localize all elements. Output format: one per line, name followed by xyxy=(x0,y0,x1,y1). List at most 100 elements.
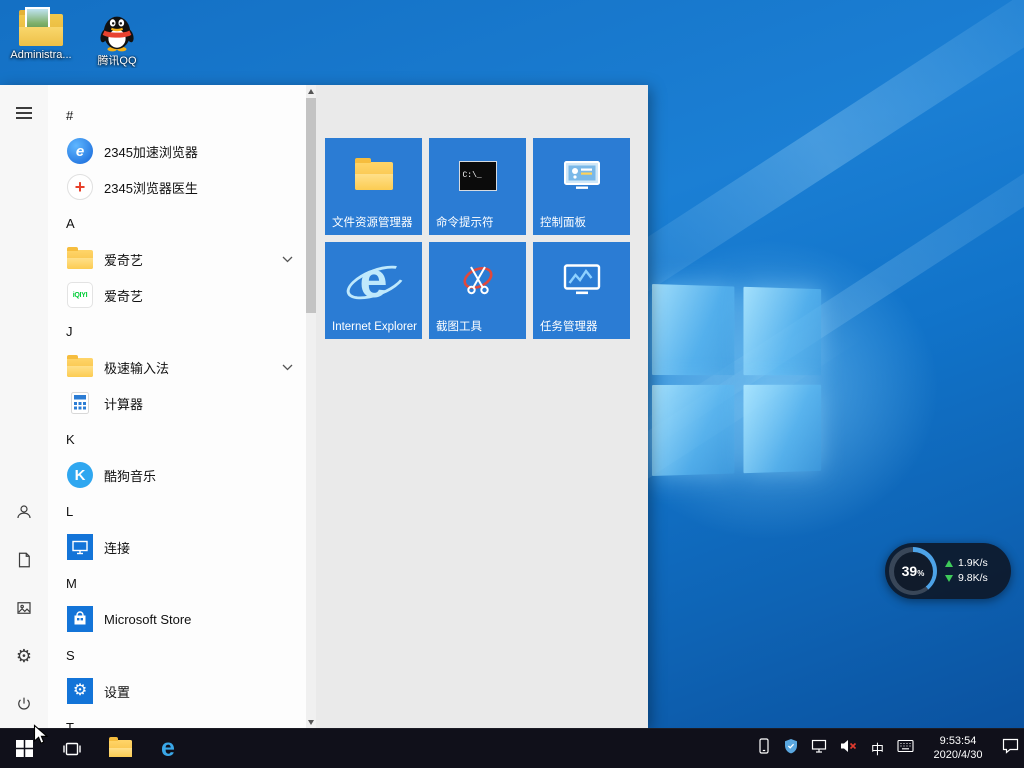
scrollbar-thumb[interactable] xyxy=(306,98,316,313)
download-speed-value: 9.8K/s xyxy=(958,572,988,584)
edge-e-icon: e xyxy=(161,734,175,762)
tile-label: 控制面板 xyxy=(540,217,586,229)
task-manager-icon xyxy=(537,246,626,313)
app-list-item-calculator[interactable]: 计算器 xyxy=(48,385,306,421)
2345-doctor-icon: + xyxy=(67,174,93,200)
download-arrow-icon xyxy=(945,575,953,582)
app-list-scrollbar[interactable] xyxy=(306,85,316,728)
logo-pane xyxy=(652,284,735,376)
desktop-icon-label: 腾讯QQ xyxy=(97,55,137,67)
app-list-item-microsoft-store[interactable]: Microsoft Store xyxy=(48,601,306,637)
upload-speed-value: 1.9K/s xyxy=(958,557,988,569)
security-shield-icon[interactable] xyxy=(784,738,798,759)
store-icon xyxy=(67,606,93,632)
connect-icon xyxy=(67,534,93,560)
internet-explorer-icon: e xyxy=(341,253,410,307)
app-list-header-m[interactable]: M xyxy=(48,565,306,601)
speed-percent-value: 39 xyxy=(901,562,918,579)
logo-pane xyxy=(652,384,735,476)
control-panel-icon xyxy=(537,142,626,209)
header-label: L xyxy=(66,503,74,519)
tile-internet-explorer[interactable]: e Internet Explorer xyxy=(325,242,422,339)
power-icon xyxy=(18,697,30,710)
chevron-down-icon[interactable] xyxy=(282,364,293,371)
app-list-item-iqiyi[interactable]: iQIYI 爱奇艺 xyxy=(48,277,306,313)
upload-arrow-icon xyxy=(945,560,953,567)
windows-logo-icon xyxy=(15,740,33,757)
tile-label: Internet Explorer xyxy=(332,321,418,333)
chevron-down-icon[interactable] xyxy=(282,256,293,263)
scroll-up-arrow[interactable] xyxy=(306,85,316,97)
tile-label: 任务管理器 xyxy=(540,321,598,333)
taskbar-browser-button[interactable]: e xyxy=(144,729,192,768)
command-prompt-icon: C:\_ xyxy=(458,160,497,191)
user-profile-button[interactable] xyxy=(0,488,48,536)
task-view-button[interactable] xyxy=(48,729,96,768)
app-list-header-s[interactable]: S xyxy=(48,637,306,673)
app-list-item-settings[interactable]: ⚙ 设置 xyxy=(48,673,306,709)
header-label: J xyxy=(66,323,73,339)
folder-icon xyxy=(108,737,132,757)
network-speed-widget[interactable]: 39% 1.9K/s 9.8K/s xyxy=(885,543,1011,599)
touch-keyboard-icon[interactable] xyxy=(897,739,914,758)
app-label: 爱奇艺 xyxy=(104,252,144,268)
settings-button[interactable]: ⚙ xyxy=(0,632,48,680)
desktop-icon-administrator[interactable]: Administra... xyxy=(8,7,74,62)
tile-file-explorer[interactable]: 文件资源管理器 xyxy=(325,138,422,235)
pictures-button[interactable] xyxy=(0,584,48,632)
app-list: # e 2345加速浏览器 + 2345浏览器医生 A 爱奇艺 iQIYI 爱奇… xyxy=(48,85,306,728)
power-button[interactable] xyxy=(0,680,48,728)
speed-percent: 39% xyxy=(893,551,933,591)
app-list-header-l[interactable]: L xyxy=(48,493,306,529)
app-list-header-j[interactable]: J xyxy=(48,313,306,349)
taskbar-file-explorer-button[interactable] xyxy=(96,729,144,768)
clock[interactable]: 9:53:54 2020/4/30 xyxy=(927,735,989,762)
tile-control-panel[interactable]: 控制面板 xyxy=(533,138,630,235)
administrator-folder-icon xyxy=(19,7,63,46)
file-explorer-icon xyxy=(354,157,393,190)
speed-percent-unit: % xyxy=(917,568,925,578)
app-list-group-iqiyi[interactable]: 爱奇艺 xyxy=(48,241,306,277)
app-list-item-kugou[interactable]: K 酷狗音乐 xyxy=(48,457,306,493)
settings-gear-icon: ⚙ xyxy=(67,678,93,704)
app-list-header-k[interactable]: K xyxy=(48,421,306,457)
tile-command-prompt[interactable]: C:\_ 命令提示符 xyxy=(429,138,526,235)
app-list-header-a[interactable]: A xyxy=(48,205,306,241)
start-button[interactable] xyxy=(0,729,48,768)
usb-device-icon[interactable] xyxy=(757,738,771,759)
logo-pane xyxy=(743,384,822,474)
folder-icon xyxy=(67,246,93,269)
pictures-icon xyxy=(17,602,31,614)
tile-snipping-tool[interactable]: 截图工具 xyxy=(429,242,526,339)
action-center-icon[interactable] xyxy=(1002,738,1019,759)
app-list-item-connect[interactable]: 连接 xyxy=(48,529,306,565)
app-list-group-jisu-ime[interactable]: 极速输入法 xyxy=(48,349,306,385)
desktop-icon-label: Administra... xyxy=(10,49,72,61)
triangle-up-icon xyxy=(308,88,314,94)
taskbar: e 中 9:53:54 2020/4/30 xyxy=(0,728,1024,768)
menu-hamburger-button[interactable] xyxy=(0,89,48,137)
documents-button[interactable] xyxy=(0,536,48,584)
network-icon[interactable] xyxy=(811,738,827,759)
speed-ring: 39% xyxy=(889,547,937,595)
tiles-area: 文件资源管理器 C:\_ 命令提示符 控制面板 e Internet Explo… xyxy=(316,85,648,728)
header-label: S xyxy=(66,647,75,663)
scroll-down-arrow[interactable] xyxy=(306,716,316,728)
time-text: 9:53:54 xyxy=(939,735,977,747)
app-list-header-hash[interactable]: # xyxy=(48,97,306,133)
upload-speed-row: 1.9K/s xyxy=(945,556,988,571)
desktop-icon-tencent-qq[interactable]: 腾讯QQ xyxy=(84,8,150,68)
app-label: 极速输入法 xyxy=(104,360,170,376)
volume-muted-icon[interactable] xyxy=(840,739,858,758)
app-list-item-2345-browser[interactable]: e 2345加速浏览器 xyxy=(48,133,306,169)
user-photo-icon xyxy=(25,7,50,37)
2345-browser-icon: e xyxy=(67,138,93,164)
app-list-item-2345-doctor[interactable]: + 2345浏览器医生 xyxy=(48,169,306,205)
system-tray: 中 9:53:54 2020/4/30 xyxy=(757,729,1024,768)
app-label: 设置 xyxy=(104,684,131,700)
ime-language-indicator[interactable]: 中 xyxy=(871,739,884,758)
tile-task-manager[interactable]: 任务管理器 xyxy=(533,242,630,339)
app-label: 连接 xyxy=(104,540,131,556)
app-list-header-t[interactable]: T xyxy=(48,709,306,729)
task-view-icon xyxy=(63,742,81,755)
